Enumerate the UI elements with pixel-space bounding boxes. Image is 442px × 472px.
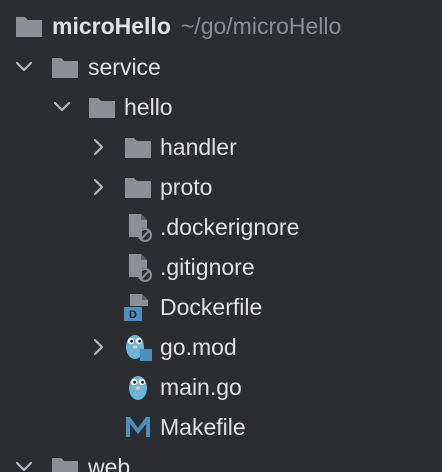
tree-row-maingo[interactable]: main.go <box>0 367 442 407</box>
tree-row-root[interactable]: microHello ~/go/microHello <box>0 6 442 46</box>
tree-row-handler[interactable]: handler <box>0 127 442 167</box>
svg-text:D: D <box>129 309 137 321</box>
folder-icon <box>52 58 78 78</box>
project-tree: microHello ~/go/microHello service hello … <box>0 0 442 472</box>
tree-item-label: hello <box>124 94 173 120</box>
tree-row-service[interactable]: service <box>0 47 442 87</box>
tree-item-label: proto <box>160 174 213 200</box>
tree-row-dockerignore[interactable]: .dockerignore <box>0 207 442 247</box>
tree-item-label: microHello ~/go/microHello <box>52 6 341 46</box>
tree-row-gomod[interactable]: go.mod <box>0 327 442 367</box>
ignored-file-icon <box>129 254 152 282</box>
folder-icon <box>52 458 78 472</box>
tree-item-label: web <box>88 454 131 472</box>
tree-row-gitignore[interactable]: .gitignore <box>0 247 442 287</box>
project-path: ~/go/microHello <box>180 13 342 39</box>
go-mod-icon <box>126 335 152 361</box>
tree-item-label: Dockerfile <box>160 294 263 320</box>
tree-row-proto[interactable]: proto <box>0 167 442 207</box>
chevron-down-icon[interactable] <box>12 455 36 472</box>
tree-item-label: go.mod <box>160 334 237 360</box>
tree-row-makefile[interactable]: Makefile <box>0 407 442 447</box>
chevron-right-icon[interactable] <box>86 135 110 159</box>
chevron-down-icon[interactable] <box>50 95 74 119</box>
tree-item-label: main.go <box>160 374 242 400</box>
folder-icon <box>16 17 42 37</box>
tree-row-web[interactable]: web <box>0 447 442 472</box>
folder-icon <box>89 98 115 118</box>
tree-item-label: handler <box>160 134 237 160</box>
go-file-icon <box>129 376 147 400</box>
chevron-right-icon[interactable] <box>86 335 110 359</box>
tree-item-label: .gitignore <box>160 254 255 280</box>
tree-row-dockerfile[interactable]: D Dockerfile <box>0 287 442 327</box>
chevron-down-icon[interactable] <box>12 55 36 79</box>
folder-icon <box>125 178 151 198</box>
project-name: microHello <box>52 13 171 39</box>
tree-item-label: service <box>88 54 161 80</box>
tree-row-hello[interactable]: hello <box>0 87 442 127</box>
tree-item-label: .dockerignore <box>160 214 300 240</box>
makefile-icon <box>126 417 150 437</box>
folder-icon <box>125 138 151 158</box>
chevron-right-icon[interactable] <box>86 175 110 199</box>
tree-item-label: Makefile <box>160 414 246 440</box>
docker-file-icon: D <box>124 294 148 321</box>
ignored-file-icon <box>129 214 152 242</box>
